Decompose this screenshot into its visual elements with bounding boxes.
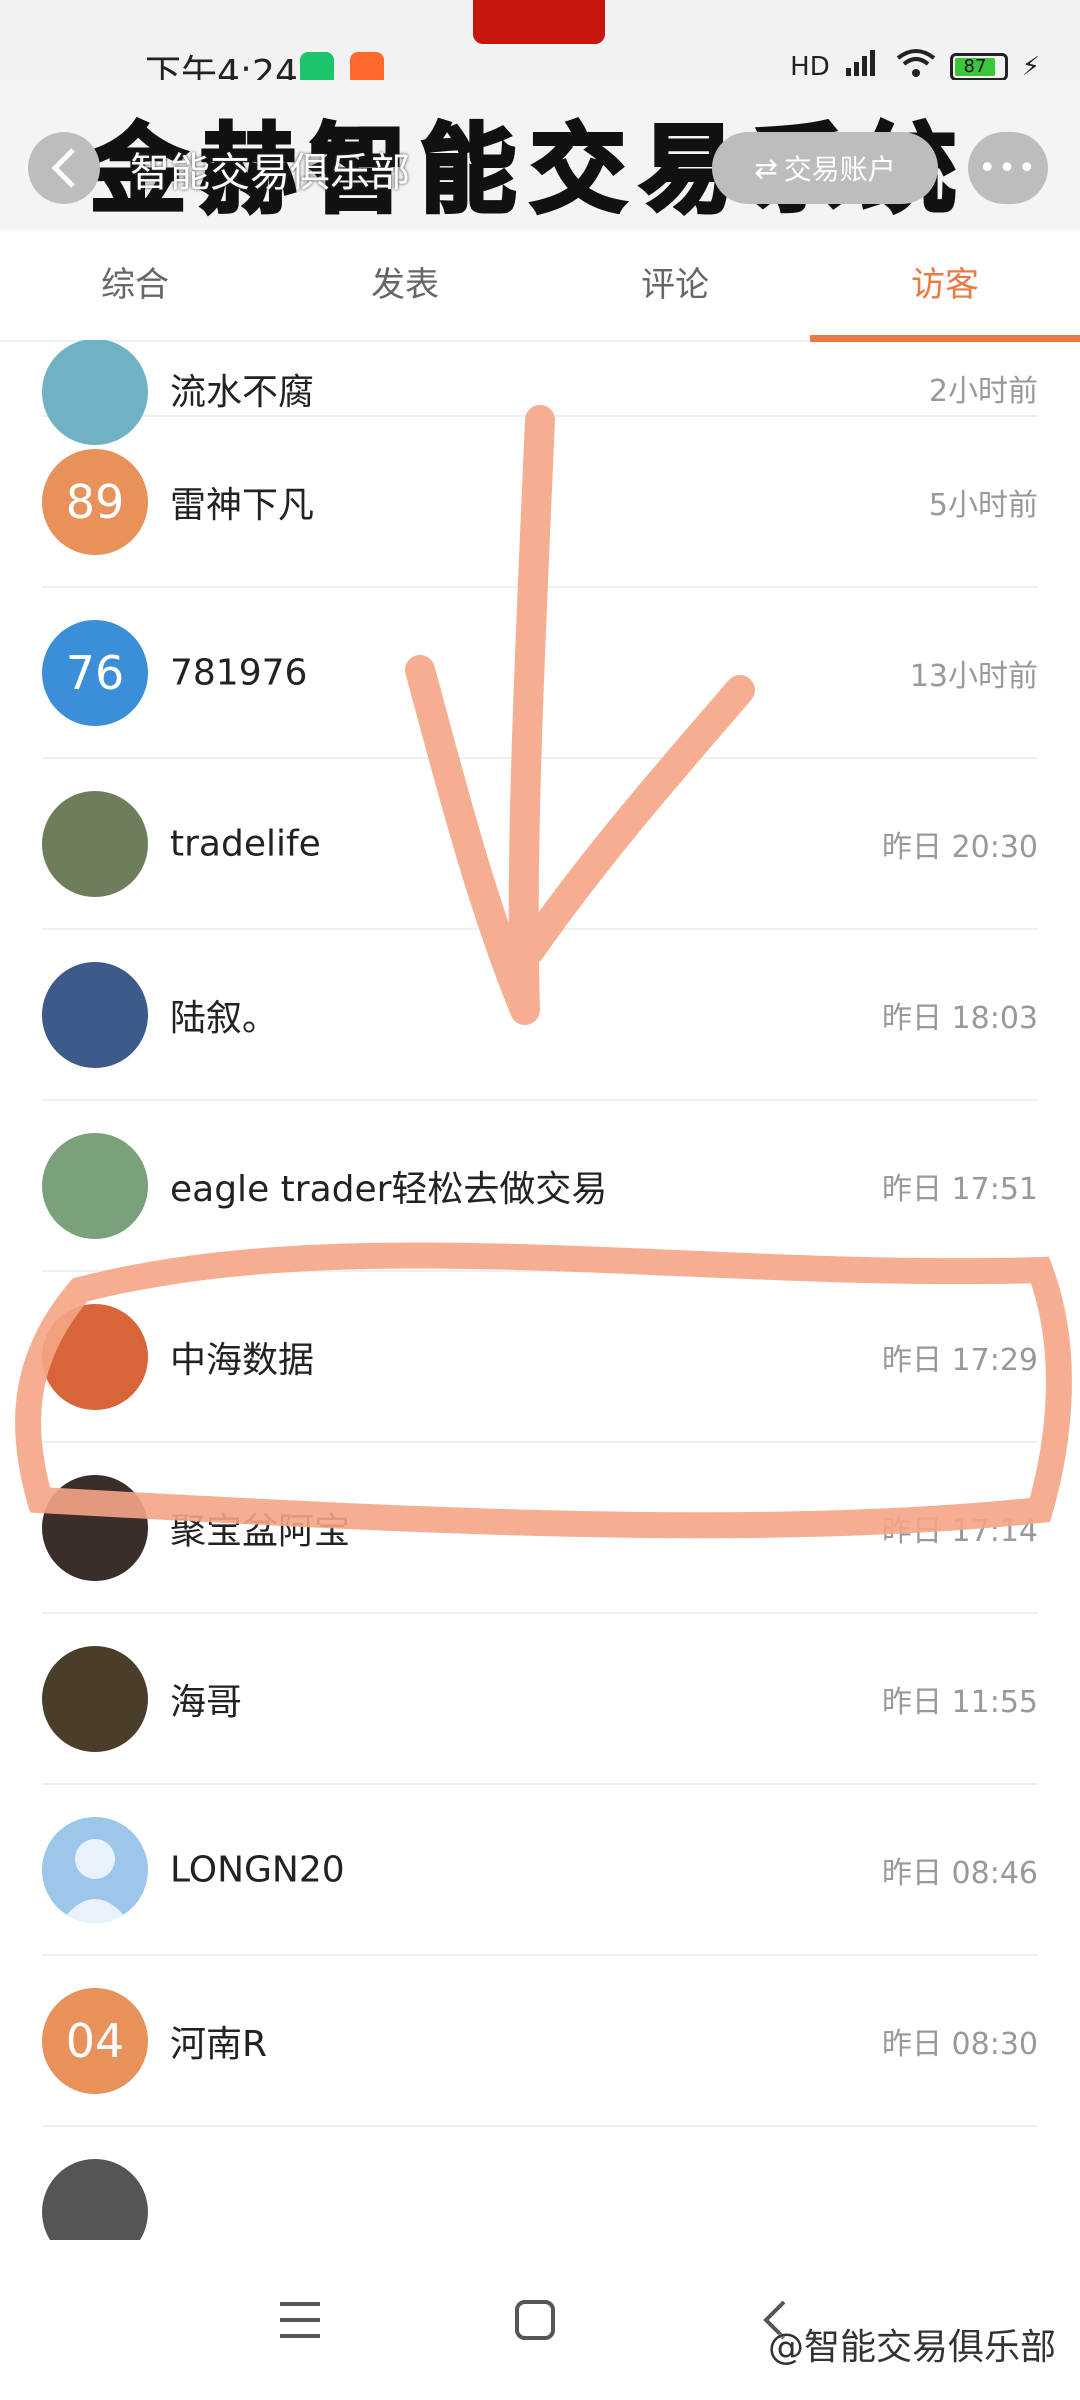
visitor-name: 中海数据	[170, 1339, 315, 1381]
visit-time: 昨日 20:30	[882, 829, 1038, 865]
switch-label: 交易账户	[783, 153, 896, 186]
default-user-icon	[60, 1838, 130, 1923]
avatar[interactable]	[42, 961, 148, 1068]
list-item[interactable]: 中海数据 昨日 17:29	[42, 1272, 1038, 1443]
visit-time: 昨日 08:30	[882, 2026, 1038, 2062]
club-name: 智能交易俱乐部	[130, 150, 410, 196]
list-item[interactable]	[42, 2127, 1038, 2240]
visitor-name: 流水不腐	[170, 372, 315, 413]
camera-notch	[473, 0, 605, 44]
visitor-name: 陆叙。	[170, 997, 279, 1039]
visitor-name: eagle trader轻松去做交易	[170, 1168, 608, 1210]
recents-button[interactable]	[270, 2290, 330, 2350]
avatar[interactable]	[42, 1816, 148, 1923]
list-item[interactable]: LONGN20 昨日 08:46	[42, 1785, 1038, 1956]
list-item[interactable]: 海哥 昨日 11:55	[42, 1614, 1038, 1785]
network-hd-label: HD	[790, 51, 830, 82]
avatar[interactable]	[42, 790, 148, 897]
chevron-left-icon	[51, 148, 75, 188]
avatar-initials: 04	[65, 2013, 125, 2068]
list-item[interactable]: 76 781976 13小时前	[42, 588, 1038, 759]
visitor-name: LONGN20	[170, 1849, 345, 1890]
avatar-initials: 89	[65, 474, 125, 529]
battery-level: 87	[954, 57, 996, 76]
visitor-name: 海哥	[170, 1681, 243, 1723]
home-button[interactable]	[505, 2290, 565, 2350]
visit-time: 昨日 17:14	[882, 1513, 1038, 1549]
visitor-name: 781976	[170, 652, 308, 693]
visit-time: 昨日 08:46	[882, 1855, 1038, 1891]
footer-watermark: @智能交易俱乐部	[767, 2327, 1056, 2368]
battery-icon: 87	[949, 52, 1008, 81]
more-button[interactable]: •••	[968, 132, 1048, 204]
avatar[interactable]: 04	[42, 1987, 148, 2094]
tab-visitors[interactable]: 访客	[810, 235, 1080, 342]
list-item[interactable]: eagle trader轻松去做交易 昨日 17:51	[42, 1101, 1038, 1272]
visitor-name: 河南R	[170, 2023, 268, 2065]
list-item[interactable]: 04 河南R 昨日 08:30	[42, 1956, 1038, 2127]
back-button[interactable]	[28, 132, 100, 204]
tab-comments[interactable]: 评论	[540, 235, 810, 340]
visit-time: 昨日 17:29	[882, 1342, 1038, 1378]
avatar[interactable]	[42, 2158, 148, 2240]
list-item[interactable]: 陆叙。 昨日 18:03	[42, 930, 1038, 1101]
avatar[interactable]	[42, 1645, 148, 1752]
visit-time: 2小时前	[928, 374, 1038, 409]
tab-overview[interactable]: 综合	[0, 235, 270, 340]
list-item[interactable]: tradelife 昨日 20:30	[42, 759, 1038, 930]
list-item[interactable]: 聚宝盆阿宝 昨日 17:14	[42, 1443, 1038, 1614]
avatar[interactable]: 76	[42, 619, 148, 726]
more-dots-icon: •••	[978, 150, 1038, 186]
visit-time: 5小时前	[928, 487, 1038, 523]
visit-time: 13小时前	[909, 658, 1038, 694]
avatar-initials: 76	[65, 645, 125, 700]
switch-icon: ⇄	[754, 151, 778, 185]
visit-time: 昨日 17:51	[882, 1171, 1038, 1207]
visitor-name: tradelife	[170, 823, 321, 864]
visitor-name: 雷神下凡	[170, 484, 315, 526]
square-home-icon	[515, 2300, 555, 2340]
tab-bar: 综合 发表 评论 访客	[0, 235, 1080, 342]
avatar[interactable]	[42, 1474, 148, 1581]
list-item[interactable]: 89 雷神下凡 5小时前	[42, 417, 1038, 588]
tab-posts[interactable]: 发表	[270, 235, 540, 340]
switch-account-button[interactable]: ⇄ 交易账户	[712, 132, 938, 204]
avatar[interactable]: 89	[42, 448, 148, 555]
avatar[interactable]	[42, 1132, 148, 1239]
visit-time: 昨日 11:55	[882, 1684, 1038, 1720]
visitor-list: 流水不腐 2小时前 89 雷神下凡 5小时前 76 781976 13小时前 t…	[0, 340, 1080, 2240]
list-item[interactable]: 流水不腐 2小时前	[42, 340, 1038, 445]
avatar[interactable]	[42, 1303, 148, 1410]
menu-lines-icon	[280, 2302, 320, 2338]
charging-icon: ⚡	[1021, 51, 1040, 82]
visit-time: 昨日 18:03	[882, 1000, 1038, 1036]
visitor-name: 聚宝盆阿宝	[170, 1510, 351, 1552]
